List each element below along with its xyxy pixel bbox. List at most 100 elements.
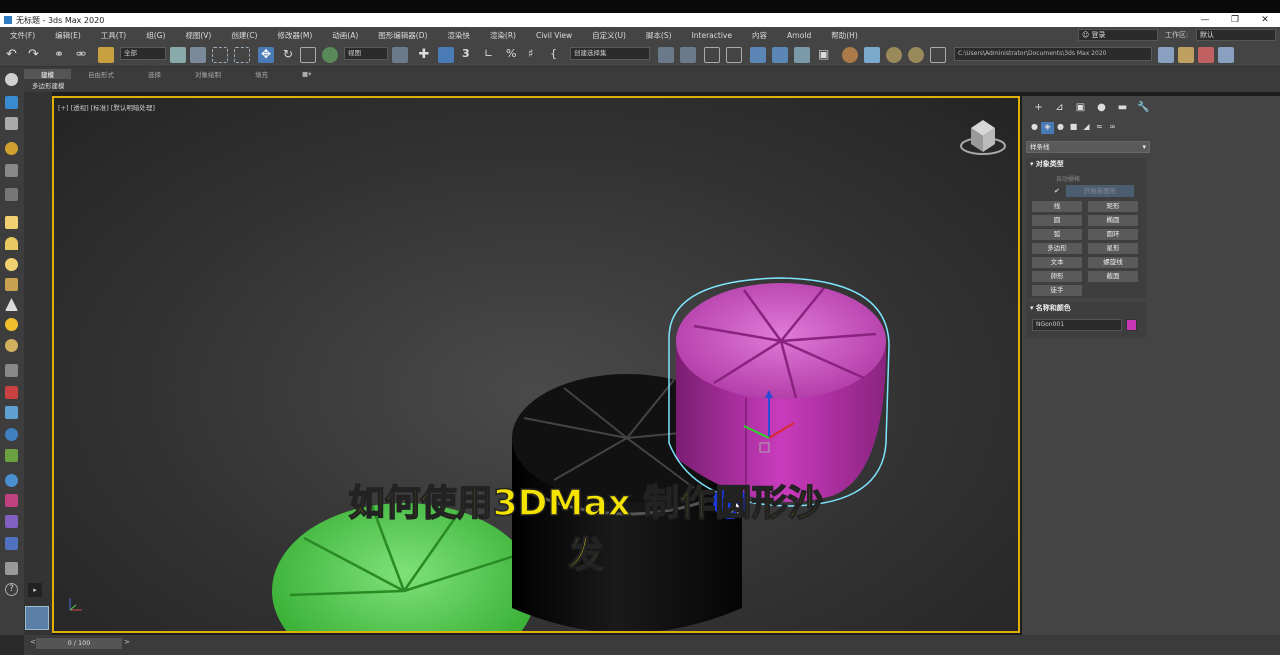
menu-create[interactable]: 创建(C): [221, 30, 267, 41]
ribbon-options-icon[interactable]: ■▾: [285, 70, 328, 78]
selection-filter-dropdown[interactable]: 全部: [120, 47, 166, 60]
project-path[interactable]: C:\Users\Administrator\Documents\3ds Max…: [954, 47, 1152, 61]
render-element-icon[interactable]: [5, 515, 18, 528]
light-icon[interactable]: [5, 142, 18, 155]
menu-interactive[interactable]: Interactive: [682, 31, 742, 40]
user-login-dropdown[interactable]: ☺ 登录: [1078, 29, 1158, 41]
rect-selection-icon[interactable]: [212, 47, 228, 63]
maximize-button[interactable]: ❐: [1220, 13, 1250, 27]
rotate-icon[interactable]: ↻: [280, 47, 296, 63]
arc-button[interactable]: 弧: [1032, 229, 1082, 240]
unlink-icon[interactable]: ⚮: [76, 47, 92, 63]
start-new-shape-checkbox[interactable]: ✔: [1054, 187, 1060, 195]
spinner-snap-icon[interactable]: ♯: [528, 47, 544, 63]
helix-button[interactable]: 螺旋线: [1088, 257, 1138, 268]
start-new-shape-button[interactable]: 开始新图形: [1066, 185, 1134, 197]
dome-icon[interactable]: [5, 237, 18, 250]
egg-button[interactable]: 卵形: [1032, 271, 1082, 282]
render-production-icon[interactable]: [886, 47, 902, 63]
tab-modeling[interactable]: 建模: [24, 68, 71, 79]
menu-modifiers[interactable]: 修改器(M): [267, 30, 322, 41]
project-settings-icon[interactable]: [1218, 47, 1234, 63]
shapes-icon[interactable]: ◈: [1041, 122, 1054, 134]
tab-selection[interactable]: 选择: [131, 69, 178, 79]
systems-icon[interactable]: ∞: [1106, 122, 1119, 134]
help-icon[interactable]: ?: [5, 583, 18, 596]
viewport-button[interactable]: [25, 606, 49, 630]
torus-icon[interactable]: [5, 339, 18, 352]
menu-edit[interactable]: 编辑(E): [45, 30, 91, 41]
select-object-icon[interactable]: [170, 47, 186, 63]
project-folder-icon[interactable]: [1158, 47, 1174, 63]
menu-customize[interactable]: 自定义(U): [582, 30, 636, 41]
render-grid-icon[interactable]: [930, 47, 946, 63]
scale-icon[interactable]: [300, 47, 316, 63]
time-next-arrow[interactable]: >: [124, 638, 130, 646]
toggle-ribbon-icon[interactable]: [750, 47, 766, 63]
redo-icon[interactable]: ↷: [28, 47, 44, 63]
magenta-cushion[interactable]: [676, 283, 886, 502]
sphere-blue-icon[interactable]: [5, 474, 18, 487]
rendered-frame-icon[interactable]: [864, 47, 880, 63]
circle-button[interactable]: 圆: [1032, 215, 1082, 226]
rectangle-button[interactable]: 矩形: [1088, 201, 1138, 212]
menu-civil-view[interactable]: Civil View: [526, 31, 582, 40]
scene-explorer-side-icon[interactable]: [5, 96, 18, 109]
display-tab-icon[interactable]: ▬: [1112, 102, 1133, 116]
exposure-icon[interactable]: [5, 537, 18, 550]
foliage-icon[interactable]: [5, 449, 18, 462]
expand-arrow-icon[interactable]: ▸: [28, 583, 42, 597]
align-icon[interactable]: [680, 47, 696, 63]
minimize-button[interactable]: —: [1190, 13, 1220, 27]
helpers-icon[interactable]: ◢: [1080, 122, 1093, 134]
menu-arnold[interactable]: Arnold: [777, 31, 821, 40]
ellipse-button[interactable]: 椭圆: [1088, 215, 1138, 226]
tab-populate[interactable]: 填充: [238, 69, 285, 79]
sphere-icon[interactable]: [5, 258, 18, 271]
object-color-swatch[interactable]: [1126, 319, 1137, 331]
menu-tools[interactable]: 工具(T): [91, 30, 136, 41]
tab-freeform[interactable]: 自由形式: [71, 69, 131, 79]
biped-icon[interactable]: [5, 406, 18, 419]
undo-icon[interactable]: ↶: [6, 47, 22, 63]
link-icon[interactable]: ⚭: [54, 47, 70, 63]
hierarchy-tab-icon[interactable]: ▣: [1070, 102, 1091, 116]
viewcube-icon[interactable]: [960, 120, 1006, 155]
mirror-icon[interactable]: [658, 47, 674, 63]
material-editor-icon[interactable]: ▣: [818, 47, 834, 63]
particle-icon[interactable]: [5, 386, 18, 399]
named-selection-dropdown[interactable]: 创建选择集: [570, 47, 650, 60]
angle-snap-icon[interactable]: ∟: [484, 47, 500, 63]
statistics-icon[interactable]: [5, 562, 18, 575]
star-button[interactable]: 星形: [1088, 243, 1138, 254]
create-tab-icon[interactable]: +: [1028, 102, 1049, 116]
menu-animation[interactable]: 动画(A): [322, 30, 368, 41]
box-icon[interactable]: [5, 216, 18, 229]
reference-coord-dropdown[interactable]: 视图: [344, 47, 388, 60]
select-manipulate-icon[interactable]: ✚: [416, 47, 432, 63]
object-name-field[interactable]: NGon001: [1032, 319, 1122, 331]
snaps-toggle-icon[interactable]: 3: [462, 47, 478, 63]
motion-tab-icon[interactable]: ●: [1091, 102, 1112, 116]
geometry-icon[interactable]: ●: [1028, 122, 1041, 134]
menu-rendering[interactable]: 渲染(R): [480, 30, 526, 41]
save-project-icon[interactable]: [1198, 47, 1214, 63]
helper-icon[interactable]: [5, 164, 18, 177]
select-by-name-icon[interactable]: [190, 47, 206, 63]
ngon-button[interactable]: 多边形: [1032, 243, 1082, 254]
curve-editor-icon[interactable]: [772, 47, 788, 63]
menu-render-quick[interactable]: 渲染快: [437, 30, 480, 41]
section-button[interactable]: 截面: [1088, 271, 1138, 282]
name-color-header[interactable]: 名称和颜色: [1026, 302, 1146, 314]
menu-group[interactable]: 组(G): [136, 30, 175, 41]
render-iterative-icon[interactable]: [908, 47, 924, 63]
multicolor-icon[interactable]: [5, 494, 18, 507]
close-button[interactable]: ✕: [1250, 13, 1280, 27]
cylinder-icon[interactable]: [5, 278, 18, 291]
time-prev-arrow[interactable]: <: [30, 638, 36, 646]
render-setup-icon[interactable]: [842, 47, 858, 63]
pivot-center-icon[interactable]: [392, 47, 408, 63]
lights-icon[interactable]: ●: [1054, 122, 1067, 134]
menu-scripting[interactable]: 脚本(S): [636, 30, 682, 41]
line-button[interactable]: 线: [1032, 201, 1082, 212]
